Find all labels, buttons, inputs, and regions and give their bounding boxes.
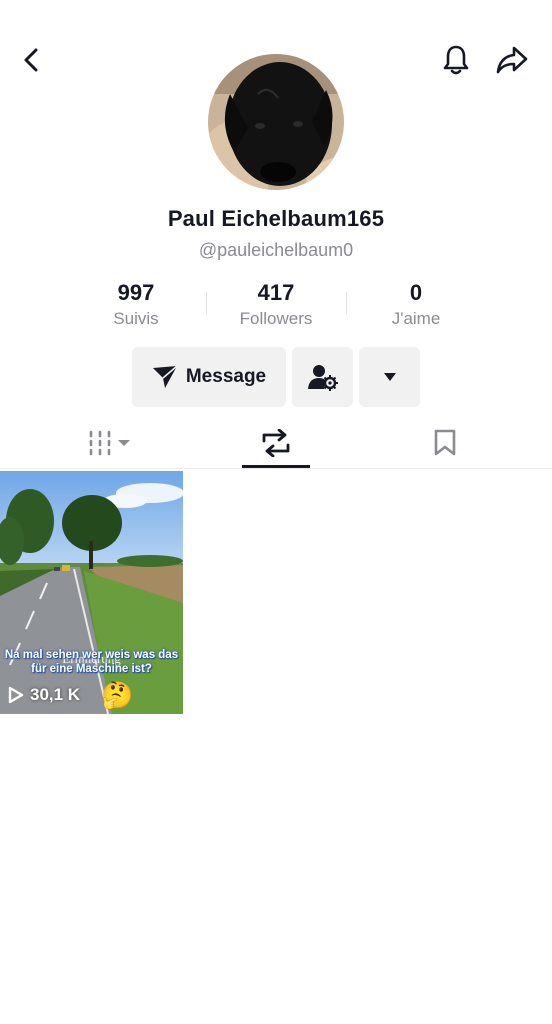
- video-caption: Na mal sehen wer weis was das für eine M…: [4, 649, 179, 675]
- back-button[interactable]: [12, 40, 52, 80]
- more-options-button[interactable]: [359, 347, 420, 407]
- stat-following-label: Suivis: [113, 309, 159, 328]
- profile-name: Paul Eichelbaum165: [167, 206, 385, 231]
- grid-bars-icon: [89, 430, 130, 456]
- avatar[interactable]: [208, 54, 344, 190]
- bookmark-icon: [434, 429, 456, 456]
- bell-icon: [443, 45, 469, 75]
- repost-icon: [262, 429, 290, 457]
- stat-following[interactable]: 997 Suivis: [61, 280, 211, 330]
- video-thumbnail[interactable]: Erinnerung Na mal sehen wer weis was das…: [0, 471, 183, 714]
- stat-following-value: 997: [117, 280, 155, 305]
- stat-followers-value: 417: [257, 280, 295, 305]
- stat-likes-label: J'aime: [391, 309, 441, 328]
- share-button[interactable]: [492, 40, 532, 80]
- stat-followers[interactable]: 417 Followers: [201, 280, 351, 330]
- stat-followers-label: Followers: [239, 309, 313, 328]
- share-arrow-icon: [496, 46, 528, 74]
- add-friend-button[interactable]: [292, 347, 353, 407]
- video-thumbnail-image: [0, 471, 183, 714]
- tab-videos[interactable]: [60, 420, 160, 466]
- play-icon: [8, 686, 24, 704]
- video-views: 30,1 K: [8, 685, 80, 705]
- notifications-button[interactable]: [436, 40, 476, 80]
- person-gear-icon: [307, 365, 338, 391]
- stat-likes[interactable]: 0 J'aime: [341, 280, 491, 330]
- stat-likes-value: 0: [409, 280, 423, 305]
- thinking-emoji: 🤔: [101, 680, 134, 710]
- message-button[interactable]: Message: [132, 347, 286, 407]
- send-icon: [152, 365, 178, 388]
- caret-down-icon: [383, 373, 396, 381]
- tab-reposts[interactable]: [226, 420, 326, 466]
- tab-divider: [0, 468, 552, 469]
- video-view-count: 30,1 K: [30, 685, 81, 704]
- profile-handle: @pauleichelbaum0: [198, 240, 354, 260]
- tab-saved[interactable]: [395, 420, 495, 466]
- message-button-label: Message: [185, 366, 267, 387]
- chevron-left-icon: [24, 48, 38, 72]
